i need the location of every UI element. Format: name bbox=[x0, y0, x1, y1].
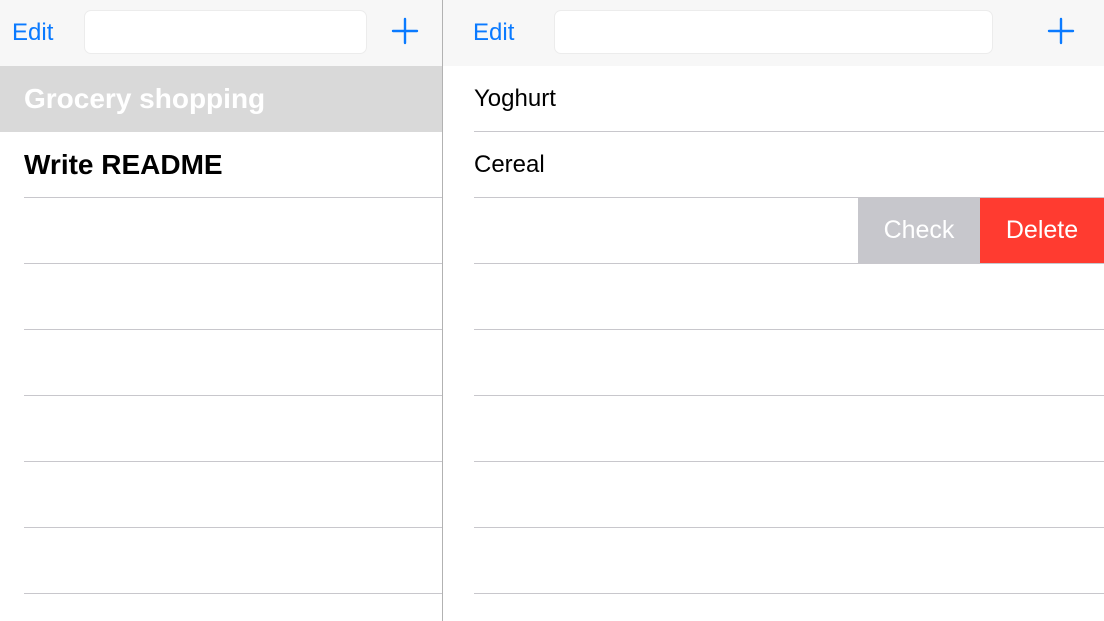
split-view: Edit Grocery shopping Write README Edit … bbox=[0, 0, 1104, 621]
items-list: Yoghurt Cereal Check Delete bbox=[443, 66, 1104, 594]
list-item[interactable]: Write README bbox=[0, 132, 442, 198]
lists-pane: Edit Grocery shopping Write README bbox=[0, 0, 443, 621]
plus-icon bbox=[1047, 17, 1075, 45]
empty-row bbox=[0, 198, 442, 264]
empty-row bbox=[0, 330, 442, 396]
empty-row bbox=[443, 264, 1104, 330]
items-pane: Edit Yoghurt Cereal Check Delete bbox=[443, 0, 1104, 621]
empty-row bbox=[0, 264, 442, 330]
lists-add-button[interactable] bbox=[391, 17, 419, 45]
items-edit-button[interactable]: Edit bbox=[473, 19, 514, 47]
empty-row bbox=[443, 396, 1104, 462]
empty-row bbox=[443, 330, 1104, 396]
empty-row bbox=[0, 462, 442, 528]
lists-navbar: Edit bbox=[0, 0, 442, 66]
delete-button[interactable]: Delete bbox=[980, 198, 1104, 263]
row-separator bbox=[474, 593, 1104, 594]
list-item[interactable]: Cereal bbox=[443, 132, 1104, 198]
empty-row bbox=[443, 462, 1104, 528]
empty-row bbox=[0, 396, 442, 462]
empty-row bbox=[443, 528, 1104, 594]
list-item[interactable]: Grocery shopping bbox=[0, 66, 442, 132]
lists-list: Grocery shopping Write README bbox=[0, 66, 442, 594]
list-item-label: Cereal bbox=[474, 151, 545, 178]
row-separator bbox=[24, 593, 442, 594]
items-navbar: Edit bbox=[443, 0, 1104, 66]
check-button[interactable]: Check bbox=[858, 198, 980, 263]
empty-row bbox=[0, 528, 442, 594]
items-add-button[interactable] bbox=[1047, 17, 1075, 45]
items-search-input[interactable] bbox=[554, 10, 993, 54]
list-item-label: Grocery shopping bbox=[24, 83, 266, 114]
lists-edit-button[interactable]: Edit bbox=[12, 19, 53, 47]
list-item[interactable]: Yoghurt bbox=[443, 66, 1104, 132]
list-item-label: Write README bbox=[24, 149, 223, 180]
plus-icon bbox=[391, 17, 419, 45]
swiped-row[interactable]: Check Delete bbox=[443, 198, 1104, 264]
list-item-label: Yoghurt bbox=[474, 85, 556, 112]
lists-search-input[interactable] bbox=[84, 10, 367, 54]
swipe-actions: Check Delete bbox=[858, 198, 1104, 263]
